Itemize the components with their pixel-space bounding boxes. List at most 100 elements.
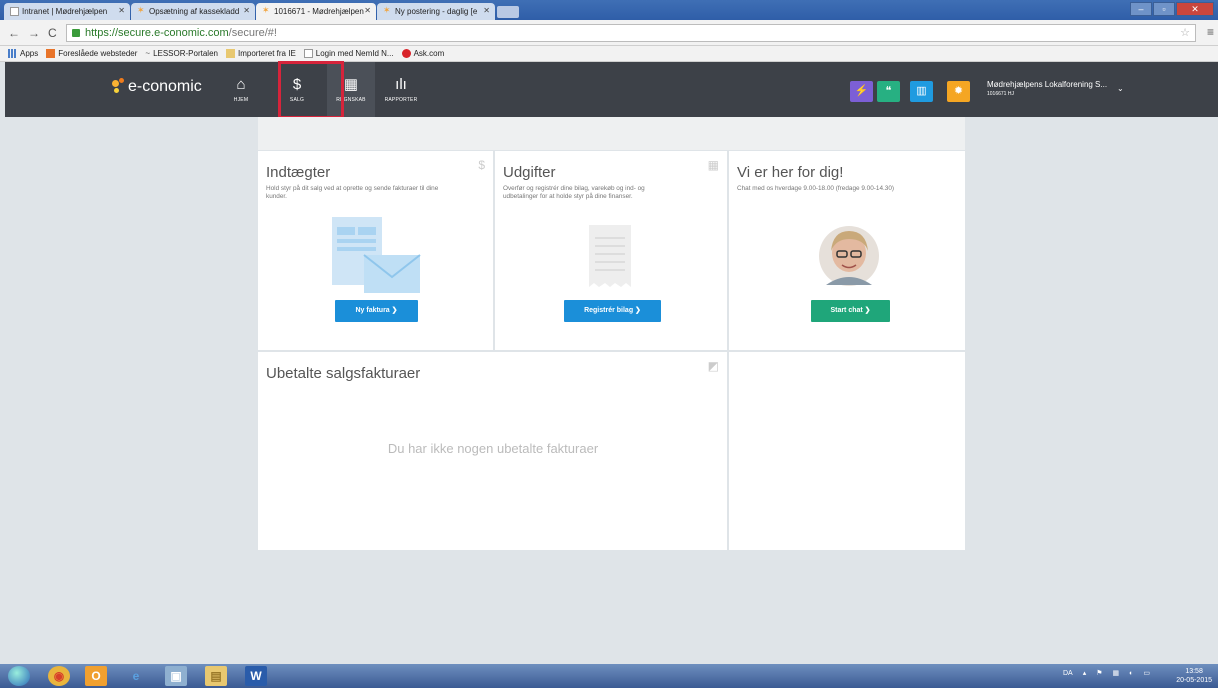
annotation-highlight-box bbox=[278, 61, 344, 119]
nav-rapporter[interactable]: ılı RAPPORTER bbox=[377, 62, 425, 117]
new-invoice-button[interactable]: Ny faktura ❯ bbox=[335, 300, 418, 322]
expenses-desc-line: Overfør og registrér dine bilag, varekøb… bbox=[503, 185, 645, 192]
economic-favicon-icon: ✶ bbox=[262, 5, 270, 15]
folder-icon[interactable]: ▤ bbox=[205, 666, 227, 686]
start-chat-button[interactable]: Start chat ❯ bbox=[811, 300, 890, 322]
dollar-icon: $ bbox=[478, 158, 485, 172]
browser-tab-opsaetning[interactable]: ✶ Opsætning af kassekladd ✕ bbox=[131, 3, 255, 20]
language-indicator[interactable]: DA bbox=[1063, 670, 1073, 677]
close-tab-icon[interactable]: ✕ bbox=[364, 6, 371, 15]
bookmark-foreslaede[interactable]: Foreslåede websteder bbox=[46, 49, 137, 58]
lock-icon bbox=[72, 29, 80, 37]
show-hidden-icons-icon[interactable]: ▴ bbox=[1083, 669, 1087, 677]
reload-icon[interactable]: C bbox=[48, 26, 57, 40]
logo-dots-icon bbox=[112, 78, 126, 96]
browser-tab-intranet[interactable]: Intranet | Mødrehjælpen ✕ bbox=[4, 3, 130, 20]
calculator-icon: ▦ bbox=[707, 158, 719, 172]
close-tab-icon[interactable]: ✕ bbox=[118, 6, 125, 15]
tab-label: 1016671 - Mødrehjælpen bbox=[274, 7, 364, 16]
tab-label: Intranet | Mødrehjælpen bbox=[22, 7, 108, 16]
bookmark-ask[interactable]: Ask.com bbox=[401, 49, 444, 58]
bookmark-folder-ie[interactable]: Importeret fra IE bbox=[225, 49, 296, 58]
window-controls: – ▫ ✕ bbox=[1130, 2, 1214, 16]
close-tab-icon[interactable]: ✕ bbox=[243, 6, 250, 15]
bar-chart-icon: ılı bbox=[395, 76, 407, 93]
forward-icon[interactable]: → bbox=[28, 26, 40, 40]
unpaid-invoices-title: Ubetalte salgsfakturaer bbox=[266, 365, 421, 382]
expenses-desc-line: udbetalinger for at holde styr på dine f… bbox=[503, 193, 633, 200]
address-bar: ← → C https://secure.e-conomic.com/secur… bbox=[0, 20, 1218, 46]
apps-grid-icon bbox=[8, 49, 17, 58]
income-desc-line: Hold styr på dit salg ved at oprette og … bbox=[266, 185, 439, 192]
word-icon[interactable]: W bbox=[245, 666, 267, 686]
chart-icon: ◩ bbox=[707, 359, 719, 373]
nav-label: HJEM bbox=[233, 97, 249, 103]
photo-viewer-icon[interactable]: ▣ bbox=[165, 666, 187, 686]
app-header: e-conomic ⌂ HJEM $ SALG ▦ REGNSKAB ılı R… bbox=[5, 62, 1218, 117]
income-title: Indtægter bbox=[266, 164, 331, 181]
company-name: Mødrehjælpens Lokalforening S... bbox=[987, 80, 1108, 89]
lightning-icon[interactable]: ⚡ bbox=[850, 81, 873, 102]
bookmark-star-icon[interactable]: ☆ bbox=[1180, 26, 1190, 39]
income-desc-line: kunder. bbox=[266, 193, 287, 200]
new-tab-button[interactable] bbox=[497, 6, 519, 18]
company-id: 1016671 HJ bbox=[987, 91, 1014, 97]
support-description: Chat med os hverdage 9.00-18.00 (fredage… bbox=[737, 185, 894, 193]
close-tab-icon[interactable]: ✕ bbox=[483, 6, 490, 15]
book-icon[interactable]: ▥ bbox=[910, 81, 933, 102]
bookmark-icon bbox=[46, 49, 56, 58]
ie-icon[interactable]: e bbox=[125, 666, 147, 686]
url-path: /secure/#! bbox=[228, 27, 277, 39]
chat-icon[interactable]: ❝ bbox=[877, 81, 900, 102]
support-agent-avatar bbox=[819, 226, 879, 286]
folder-icon bbox=[225, 49, 235, 58]
maximize-icon[interactable]: ▫ bbox=[1153, 2, 1175, 16]
close-window-icon[interactable]: ✕ bbox=[1176, 2, 1214, 16]
income-description: Hold styr på dit salg ved at oprette og … bbox=[266, 185, 438, 201]
expenses-title: Udgifter bbox=[503, 164, 556, 181]
minimize-icon[interactable]: – bbox=[1130, 2, 1152, 16]
url-input[interactable]: https://secure.e-conomic.com/secure/#! ☆ bbox=[66, 24, 1196, 42]
page-icon bbox=[10, 7, 19, 16]
economic-favicon-icon: ✶ bbox=[383, 5, 391, 15]
register-voucher-button[interactable]: Registrér bilag ❯ bbox=[564, 300, 661, 322]
menu-icon[interactable]: ≡ bbox=[1207, 25, 1214, 39]
system-tray: DA ▴ ⚑ ▦ ◐ ▭ bbox=[1063, 669, 1150, 678]
clock-time: 13:58 bbox=[1185, 668, 1203, 675]
expenses-description: Overfør og registrér dine bilag, varekøb… bbox=[503, 185, 645, 201]
volume-icon[interactable]: ◐ bbox=[1129, 670, 1133, 677]
tab-label: Ny postering - daglig [e bbox=[395, 7, 478, 16]
income-card: $ Indtægter Hold styr på dit salg ved at… bbox=[258, 151, 493, 350]
nav-label: RAPPORTER bbox=[384, 97, 418, 103]
bookmark-apps[interactable]: Apps bbox=[8, 49, 38, 58]
back-icon[interactable]: ← bbox=[8, 26, 20, 40]
nav-hjem[interactable]: ⌂ HJEM bbox=[217, 62, 265, 117]
economic-favicon-icon: ✶ bbox=[137, 5, 145, 15]
empty-state-message: Du har ikke nogen ubetalte fakturaer bbox=[387, 441, 599, 456]
invoice-envelope-illustration bbox=[332, 217, 421, 293]
gear-icon[interactable]: ✹ bbox=[947, 81, 970, 102]
browser-tab-ny-postering[interactable]: ✶ Ny postering - daglig [e ✕ bbox=[377, 3, 495, 20]
home-icon: ⌂ bbox=[236, 76, 246, 93]
tab-label: Opsætning af kassekladd bbox=[149, 7, 240, 16]
support-card: Vi er her for dig! Chat med os hverdage … bbox=[729, 151, 965, 350]
system-clock[interactable]: 13:58 20-05-2015 bbox=[1176, 667, 1212, 685]
browser-tab-active[interactable]: ✶ 1016671 - Mødrehjælpen ✕ bbox=[256, 3, 376, 20]
outlook-icon[interactable]: O bbox=[85, 666, 107, 686]
economic-logo[interactable]: e-conomic bbox=[112, 78, 202, 96]
receipt-illustration bbox=[589, 225, 631, 287]
bookmark-lessor[interactable]: ~ LESSOR-Portalen bbox=[145, 49, 218, 58]
chevron-down-icon[interactable]: ⌄ bbox=[1117, 84, 1124, 93]
monitor-icon[interactable]: ▭ bbox=[1143, 669, 1150, 677]
bookmarks-bar: Apps Foreslåede websteder ~ LESSOR-Portal… bbox=[0, 46, 1218, 62]
chrome-icon[interactable]: ◉ bbox=[48, 666, 70, 686]
lessor-icon: ~ bbox=[145, 49, 151, 58]
start-button[interactable] bbox=[8, 666, 30, 686]
flag-icon[interactable]: ⚑ bbox=[1096, 669, 1102, 677]
bookmark-nemid[interactable]: Login med NemId N... bbox=[303, 49, 394, 58]
company-selector[interactable]: Mødrehjælpens Lokalforening S... 1016671… bbox=[987, 80, 1107, 97]
page-icon bbox=[303, 49, 313, 58]
empty-card bbox=[729, 352, 965, 550]
network-icon[interactable]: ▦ bbox=[1113, 669, 1120, 677]
logo-text: e-conomic bbox=[128, 78, 202, 95]
